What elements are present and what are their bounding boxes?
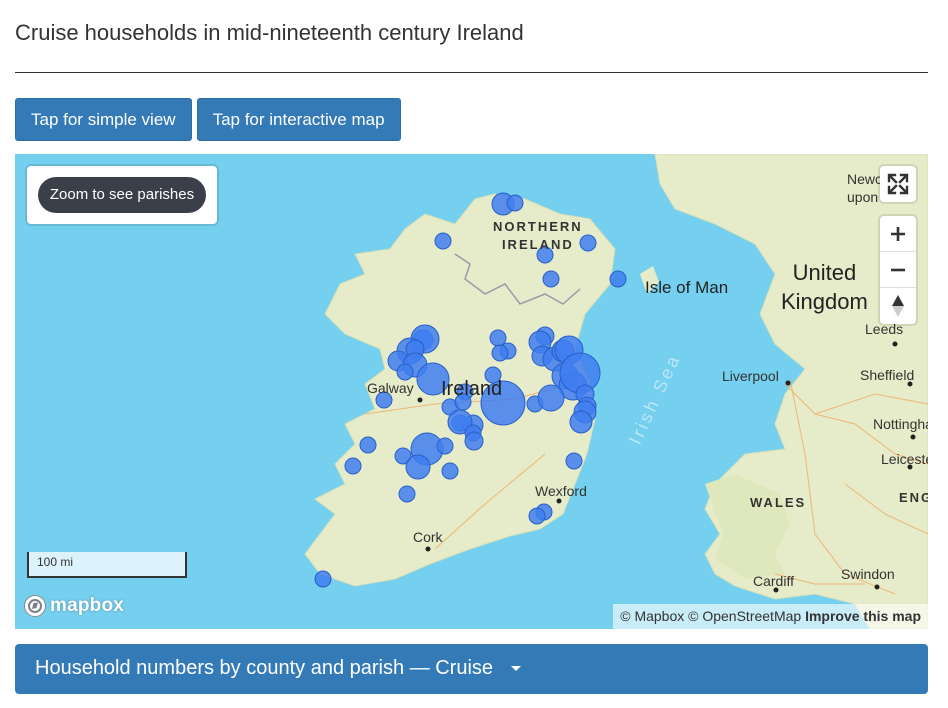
fullscreen-button[interactable] — [880, 166, 916, 202]
interactive-map-button[interactable]: Tap for interactive map — [196, 98, 401, 141]
city-label-liverpool: Liverpool — [722, 368, 779, 384]
zoom-in-button[interactable] — [880, 216, 916, 252]
city-label-leicester: Leicester — [881, 451, 928, 467]
household-numbers-accordion[interactable]: Household numbers by county and parish —… — [15, 644, 928, 694]
city-label-sheffield: Sheffield — [860, 367, 915, 383]
wales-label: WALES — [750, 495, 807, 510]
city-label-nottingham: Nottingham — [873, 416, 928, 432]
city-label-swindon: Swindon — [841, 566, 895, 582]
ireland-label: Ireland — [441, 378, 503, 400]
northern-ireland-label-line2: IRELAND — [501, 237, 574, 252]
scale-bar: 100 mi — [27, 552, 187, 578]
city-label-wexford: Wexford — [535, 483, 587, 499]
map-attribution: © Mapbox © OpenStreetMap Improve this ma… — [613, 604, 928, 629]
newcastle-label-line2: upon — [847, 189, 879, 205]
plus-icon — [891, 226, 905, 241]
compass-icon — [892, 295, 904, 317]
newcastle-label: Newc upon — [847, 170, 882, 206]
newcastle-label-line1: Newc — [847, 171, 883, 187]
northern-ireland-label-line1: NORTHERN — [493, 219, 583, 234]
navigation-control — [880, 216, 916, 324]
title-divider — [15, 72, 928, 73]
simple-view-button[interactable]: Tap for simple view — [15, 98, 192, 141]
improve-map-link[interactable]: Improve this map — [805, 608, 921, 624]
united-kingdom-label: United Kingdom — [781, 258, 868, 316]
city-label-galway: Galway — [367, 380, 414, 396]
isle-of-man-label: Isle of Man — [645, 278, 729, 297]
compass-button[interactable] — [880, 288, 916, 324]
page-title: Cruise households in mid-nineteenth cent… — [15, 20, 524, 45]
zoom-out-button[interactable] — [880, 252, 916, 288]
mapbox-logo-icon — [24, 595, 46, 617]
city-label-cork: Cork — [413, 529, 443, 545]
fullscreen-control — [880, 166, 916, 202]
zoom-hint-pill: Zoom to see parishes — [38, 177, 206, 213]
mapbox-logo-text: mapbox — [50, 595, 125, 616]
caret-down-icon — [510, 666, 521, 672]
zoom-hint-card: Zoom to see parishes — [27, 166, 217, 224]
map-container[interactable]: NORTHERN IRELAND Ireland Isle of Man Iri… — [15, 154, 928, 629]
northern-ireland-label: NORTHERN IRELAND — [493, 218, 583, 254]
england-label: ENG — [899, 490, 928, 505]
mapbox-logo[interactable]: mapbox — [23, 594, 124, 618]
minus-icon — [891, 268, 905, 271]
accordion-label: Household numbers by county and parish —… — [35, 657, 494, 679]
attribution-text[interactable]: © Mapbox © OpenStreetMap — [620, 608, 801, 624]
city-label-cardiff: Cardiff — [753, 573, 794, 589]
fullscreen-icon — [887, 173, 909, 195]
united-kingdom-label-line1: United — [792, 260, 857, 285]
view-buttons: Tap for simple view Tap for interactive … — [15, 98, 401, 141]
united-kingdom-label-line2: Kingdom — [781, 289, 868, 314]
